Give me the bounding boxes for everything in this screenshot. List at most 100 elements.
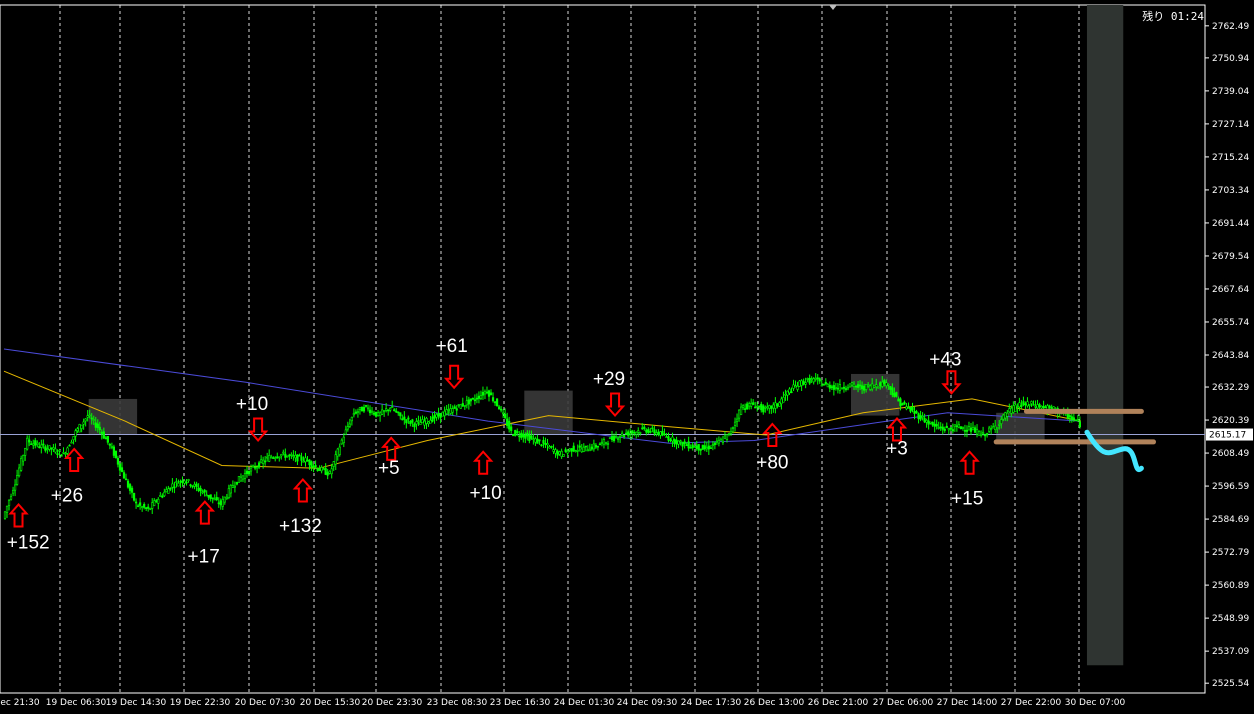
y-tick-label: 2548.99	[1212, 614, 1249, 624]
candle-body	[641, 427, 644, 430]
candle-body	[352, 413, 355, 416]
candle-body	[68, 444, 71, 447]
buy-arrow-icon	[194, 500, 216, 525]
candle-body	[990, 428, 993, 430]
candle-body	[441, 411, 444, 417]
candle-body	[120, 467, 124, 472]
candle-body	[18, 467, 21, 477]
candle-body	[508, 420, 511, 430]
candle-body	[415, 421, 418, 425]
candle-body	[879, 382, 882, 387]
candle-body	[1072, 417, 1075, 420]
profit-label: +10	[236, 394, 268, 415]
candle-body	[594, 444, 597, 448]
candle-body	[631, 430, 634, 434]
candle-body	[748, 403, 751, 407]
y-tick-label: 2655.74	[1212, 318, 1249, 328]
candle-body	[338, 446, 341, 455]
profit-label: +43	[929, 350, 961, 371]
candle-body	[391, 406, 394, 408]
candle-body	[88, 414, 91, 417]
candle-body	[645, 429, 648, 433]
candle-body	[465, 400, 468, 406]
candle-body	[389, 407, 392, 411]
candle-body	[998, 424, 1001, 426]
candle-body	[302, 460, 305, 463]
candle-body	[629, 433, 632, 435]
candle-body	[163, 491, 166, 497]
candle-body	[70, 441, 73, 444]
candle-body	[687, 441, 690, 449]
candle-body	[937, 427, 940, 429]
candle-body	[372, 412, 376, 415]
candle-body	[217, 502, 220, 505]
candle-body	[1032, 404, 1035, 406]
candle-body	[201, 491, 204, 494]
y-tick-label: 2584.69	[1212, 515, 1249, 525]
candle-body	[955, 425, 958, 428]
candle-body	[229, 485, 232, 494]
candle-body	[239, 476, 243, 482]
candle-body	[253, 466, 257, 469]
candle-body	[614, 436, 618, 439]
candle-body	[788, 388, 791, 394]
sell-arrow-icon	[604, 392, 626, 417]
candle-body	[596, 445, 600, 448]
candle-body	[368, 409, 372, 414]
candle-body	[625, 432, 628, 435]
candle-body	[546, 443, 549, 446]
candle-body	[661, 430, 664, 436]
candle-body	[975, 429, 979, 435]
candle-body	[963, 430, 967, 432]
candle-body	[929, 421, 932, 424]
candle-body	[165, 489, 168, 493]
candle-body	[665, 436, 668, 438]
candle-body	[566, 450, 569, 454]
candle-body	[445, 409, 448, 415]
candle-body	[623, 435, 626, 437]
candle-body	[735, 418, 739, 422]
candle-body	[725, 434, 729, 441]
candle-body	[78, 424, 81, 433]
candle-body	[1018, 402, 1021, 408]
candle-body	[153, 500, 156, 506]
candle-body	[20, 458, 23, 471]
candle-body	[86, 415, 89, 418]
candle-body	[205, 494, 208, 497]
candle-body	[457, 404, 460, 406]
candle-body	[334, 454, 337, 465]
candle-body	[219, 500, 222, 506]
y-axis: 2762.49 2750.94 2739.04 2727.14 2715.24 2703.…	[1205, 22, 1249, 689]
candle-body	[48, 445, 51, 450]
candle-body	[840, 387, 844, 390]
candle-body	[826, 383, 829, 388]
candle-body	[992, 426, 995, 429]
remaining-time: 残り 01:24	[1142, 10, 1204, 23]
candle-body	[262, 459, 265, 464]
candle-body	[973, 427, 977, 433]
sell-arrow-icon	[247, 417, 269, 442]
candle-body	[376, 412, 380, 416]
candle-body	[780, 398, 783, 405]
candle-body	[953, 424, 956, 427]
y-tick-label: 2608.49	[1212, 449, 1249, 459]
candle-body	[951, 429, 954, 432]
candle-body	[893, 393, 896, 397]
candle-body	[80, 424, 83, 429]
candle-body	[510, 426, 513, 431]
candle-body	[147, 506, 150, 509]
candle-body	[867, 384, 870, 387]
candle-body	[758, 405, 761, 408]
candle-body	[215, 497, 218, 501]
candle-body	[348, 423, 351, 427]
candle-body	[1024, 403, 1027, 406]
candle-body	[887, 383, 890, 386]
candle-body	[128, 484, 132, 491]
candle-body	[895, 392, 898, 397]
candle-body	[971, 427, 975, 431]
candle-body	[947, 428, 950, 431]
price-chart[interactable]: 2762.49 2750.94 2739.04 2727.14 2715.24 2703.…	[0, 0, 1254, 710]
candle-body	[346, 426, 349, 430]
candle-body	[717, 440, 721, 444]
candle-body	[913, 410, 916, 414]
